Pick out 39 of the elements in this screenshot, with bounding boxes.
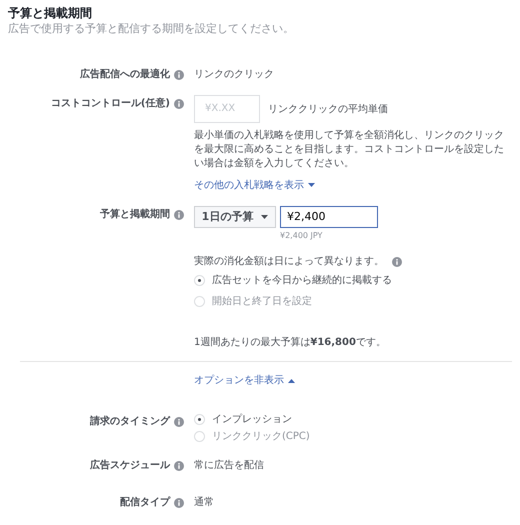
budget-dropdown[interactable]: 1日の予算 (194, 206, 276, 228)
info-icon[interactable] (174, 417, 184, 428)
info-icon[interactable] (174, 98, 184, 109)
budget-input[interactable]: ¥2,400 (280, 206, 378, 228)
info-icon[interactable] (392, 256, 402, 267)
field-label: 請求のタイミング (90, 415, 170, 428)
field-label: 広告スケジュール (90, 459, 170, 472)
field-value: リンクのクリック (194, 68, 275, 81)
note-text: 実際の消化金額は日によって異なります。 (194, 254, 384, 268)
caret-icon (288, 378, 295, 383)
radio-label: 開始日と終了日を設定 (212, 295, 312, 308)
caret-icon (261, 214, 268, 219)
field-value: 常に広告を配信 (194, 458, 265, 472)
info-icon[interactable] (174, 70, 184, 80)
radio-label: 広告セットを今日から継続的に掲載する (212, 274, 392, 288)
info-icon[interactable] (174, 210, 184, 220)
description: 最小単価の入札戦略を使用して予算を全額消化し、リンクのクリックを最大限に高めることを目指します。コストコントロールを設定したい場合は金額を入力してください。 (194, 128, 505, 171)
caret-icon (308, 183, 315, 188)
field-label: 配信タイプ (120, 496, 170, 510)
converted-amount: ¥2,400 JPY (280, 230, 324, 242)
unit-label: リンククリックの平均単価 (268, 103, 388, 116)
radio-button[interactable] (194, 275, 205, 286)
radio-label: リンククリック(CPC) (212, 430, 310, 444)
radio-button[interactable] (194, 414, 205, 426)
section-subtitle: 広告で使用する予算と配信する期間を設定してください。 (8, 22, 295, 36)
section-title: 予算と掲載期間 (8, 6, 93, 22)
info-icon[interactable] (174, 461, 184, 472)
field-label: コストコントロール(任意) (50, 96, 170, 110)
info-icon[interactable] (174, 498, 184, 508)
bid-strategy-link[interactable]: その他の入札戦略を表示 (194, 178, 315, 192)
field-label: 予算と掲載期間 (100, 208, 170, 221)
field-label: 広告配信への最適化 (80, 68, 170, 81)
options-toggle-link[interactable]: オプションを非表示 (194, 374, 295, 388)
radio-label: インプレッション (212, 413, 292, 426)
radio-button[interactable] (194, 431, 205, 442)
field-value: 通常 (194, 496, 215, 510)
weekly-budget-text: 1週間あたりの最大予算は¥16,800です。 (194, 336, 387, 350)
cost-input[interactable]: ¥X.XX (194, 94, 260, 123)
radio-button[interactable] (194, 296, 205, 308)
